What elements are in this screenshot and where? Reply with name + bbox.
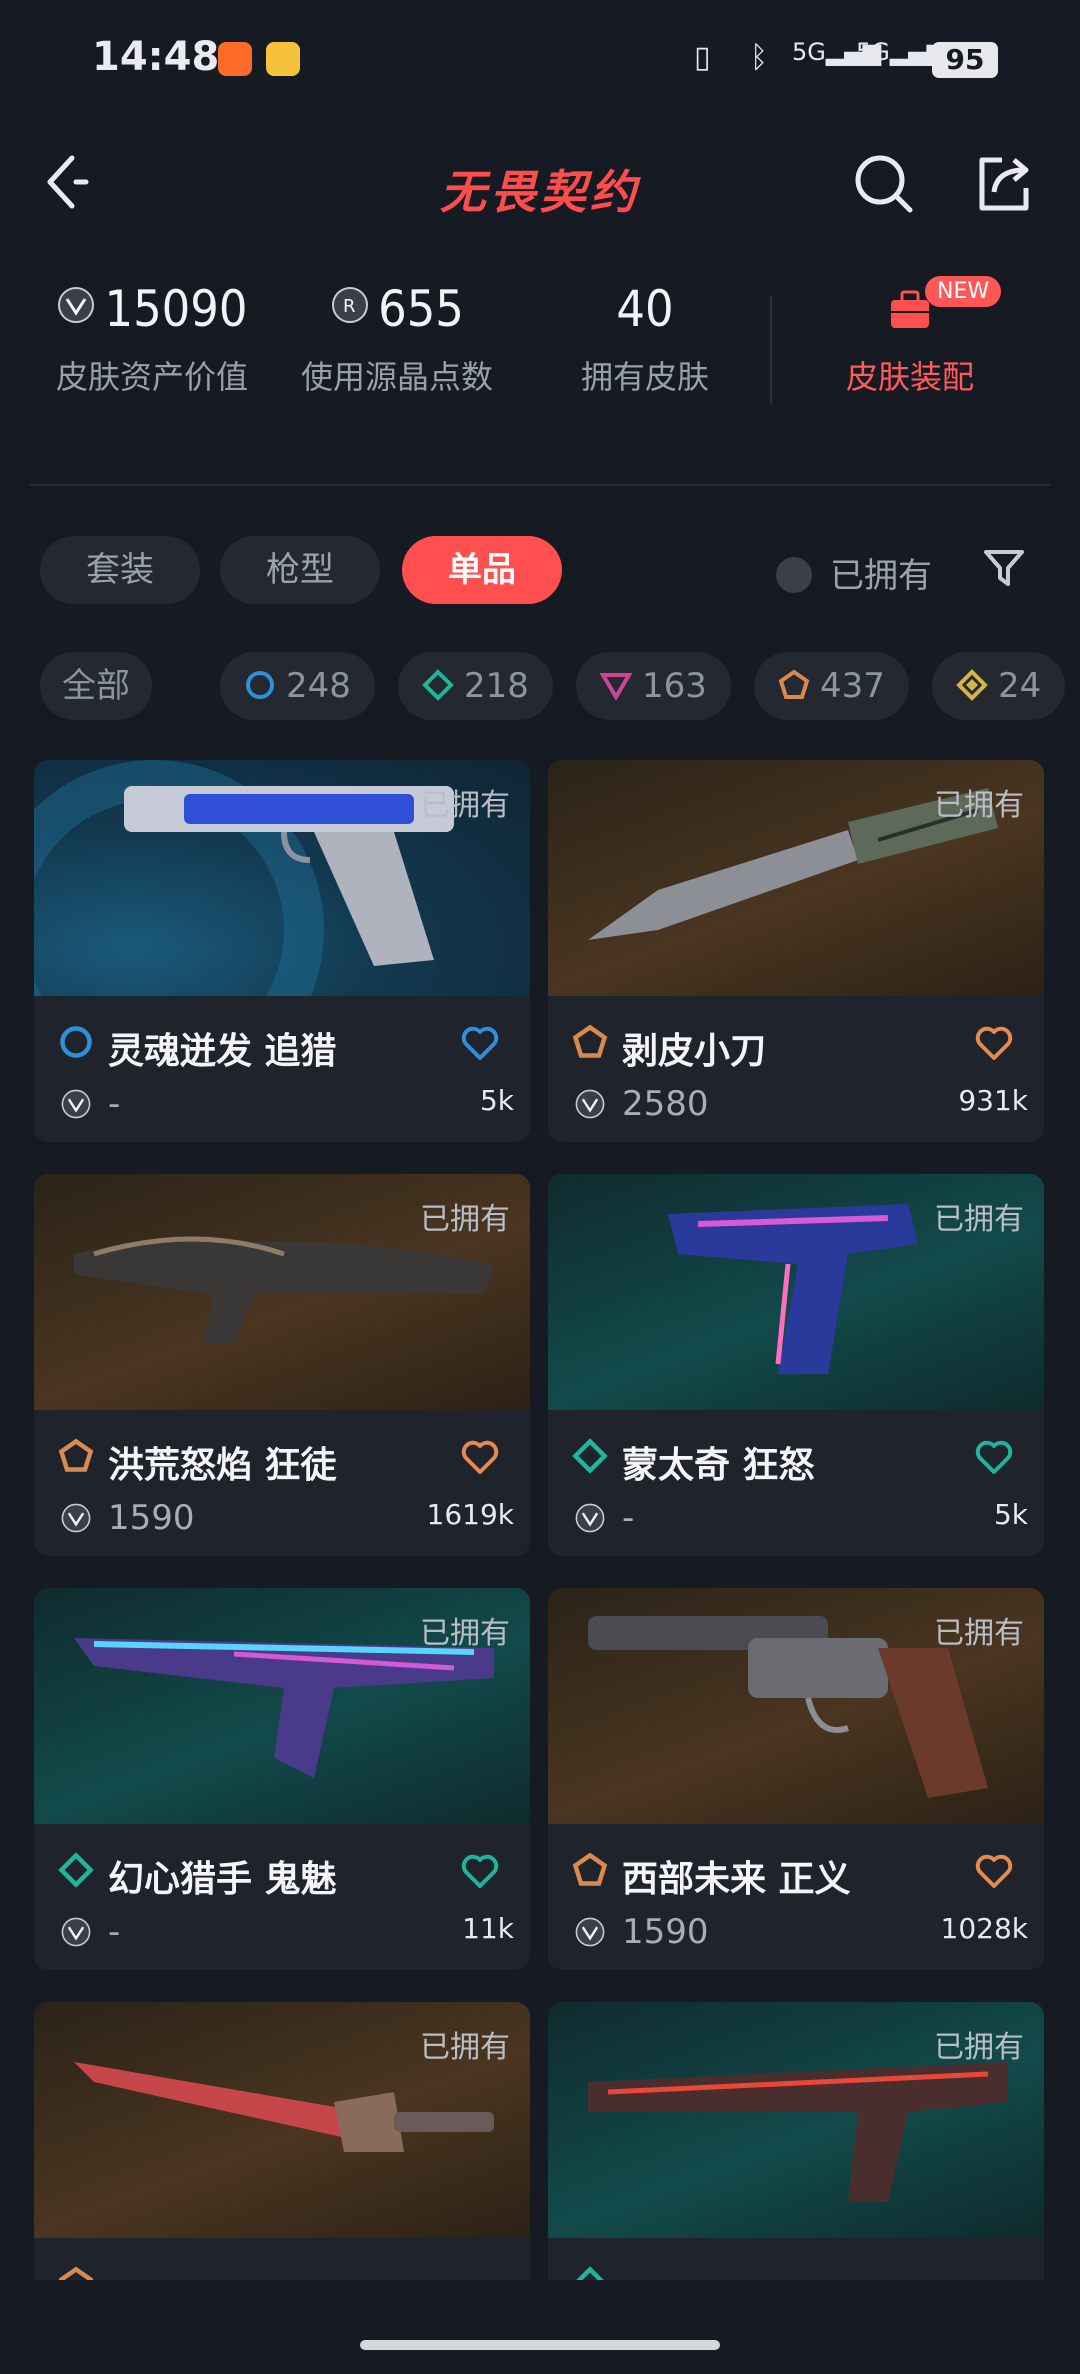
search-icon [855, 155, 913, 213]
premium-tier-icon [576, 2266, 604, 2280]
heart-icon[interactable] [974, 1438, 1014, 1476]
stat-owned-skins: 40 拥有皮肤 [580, 280, 709, 396]
owned-tag: 已拥有 [420, 1616, 510, 1651]
like-count: 931k [958, 1084, 1028, 1117]
skin-card[interactable]: 已拥有 蒙太奇 狂怒 - 5k [548, 1174, 1044, 1556]
like-count: 5k [479, 1084, 514, 1117]
search-button[interactable] [852, 152, 916, 220]
game-app-icon [218, 42, 252, 76]
select-tier-icon [778, 669, 810, 699]
skin-price: 1590 [108, 1498, 195, 1538]
owned-tag: 已拥有 [934, 788, 1024, 823]
skin-card[interactable]: 已拥有 幻心猎手 鬼魅 - 11k [34, 1588, 530, 1970]
like-count: 1028k [940, 1912, 1028, 1945]
filter-icon [984, 550, 1024, 586]
tab-bundle[interactable]: 套装 [40, 536, 200, 604]
like-count: 11k [462, 1912, 514, 1945]
premium-tier-icon [422, 668, 454, 701]
vp-icon [575, 1503, 605, 1533]
skin-name: 西部未来 正义 [622, 1859, 851, 1900]
owned-tag: 已拥有 [420, 2030, 510, 2065]
vp-icon [575, 1089, 605, 1119]
heart-icon[interactable] [460, 1438, 500, 1476]
like-count: 5k [993, 1498, 1028, 1531]
svg-text:R: R [343, 296, 356, 317]
battery-indicator: 95 [932, 42, 998, 78]
heart-icon[interactable] [460, 1024, 500, 1062]
stat-skin-value: 15090 皮肤资产价值 [55, 280, 248, 396]
vp-icon [61, 1917, 91, 1947]
owned-tag: 已拥有 [934, 2030, 1024, 2065]
skin-name: 幻心猎手 鬼魅 [108, 1859, 337, 1900]
divider [30, 484, 1050, 486]
select-tier-icon [58, 2266, 94, 2280]
filter-button[interactable] [982, 546, 1026, 594]
tab-single-item[interactable]: 单品 [402, 536, 562, 604]
chip-select[interactable]: 437 [754, 652, 909, 720]
new-badge: NEW [925, 276, 1002, 307]
heart-icon[interactable] [974, 1024, 1014, 1062]
skin-name: 洪荒怒焰 狂徒 [108, 1445, 337, 1486]
status-time: 14:48 [92, 34, 220, 80]
like-count: 1619k [426, 1498, 514, 1531]
ultra-tier-icon [60, 1026, 92, 1058]
exclusive-tier-icon [599, 672, 633, 701]
skin-card[interactable]: 已拥有 [34, 2002, 530, 2280]
share-icon [979, 157, 1029, 211]
app-logo: 无畏契约 [440, 165, 640, 219]
vp-icon [575, 1917, 605, 1947]
stat-radianite: R 655 使用源晶点数 [300, 280, 493, 396]
vp-icon [58, 286, 95, 323]
deluxe-tier-icon [956, 668, 988, 701]
chip-premium[interactable]: 218 [398, 652, 553, 720]
tab-weapon-type[interactable]: 枪型 [220, 536, 380, 604]
skin-name: 蒙太奇 狂怒 [622, 1445, 815, 1486]
select-tier-icon [572, 1852, 608, 1886]
chip-deluxe[interactable]: 24 [932, 652, 1066, 720]
tier-filter-chips: 全部 248 218 163 437 24 [40, 652, 1080, 722]
skin-price: 2580 [622, 1084, 709, 1124]
bluetooth-icon: ᛒ [750, 40, 768, 75]
vibrate-icon: ▯ [694, 40, 711, 75]
owned-tag: 已拥有 [934, 1616, 1024, 1651]
skin-name: 剥皮小刀 [622, 1031, 767, 1072]
stats-separator [770, 296, 772, 404]
owned-checkbox[interactable] [776, 556, 812, 593]
chip-ultra[interactable]: 248 [220, 652, 375, 720]
premium-tier-icon [58, 1852, 94, 1888]
home-indicator[interactable] [360, 2340, 720, 2350]
ultra-tier-icon [246, 670, 274, 699]
owned-filter-toggle[interactable]: 已拥有 [776, 548, 932, 597]
select-tier-icon [572, 1024, 608, 1058]
owned-tag: 已拥有 [420, 788, 510, 823]
heart-icon[interactable] [460, 1852, 500, 1890]
premium-tier-icon [572, 1438, 608, 1474]
skin-name: 灵魂迸发 追猎 [108, 1031, 337, 1072]
radianite-icon: R [332, 286, 369, 323]
skin-card[interactable]: 已拥有 剥皮小刀 2580 931k [548, 760, 1044, 1142]
skin-price: - [108, 1912, 121, 1952]
chip-exclusive[interactable]: 163 [576, 652, 731, 720]
skin-price: - [622, 1498, 635, 1538]
select-tier-icon [58, 1438, 94, 1472]
owned-tag: 已拥有 [420, 1202, 510, 1237]
skin-card[interactable]: 已拥有 灵魂迸发 追猎 - 5k [34, 760, 530, 1142]
skin-price: - [108, 1084, 121, 1124]
owned-tag: 已拥有 [934, 1202, 1024, 1237]
skin-price: 1590 [622, 1912, 709, 1952]
weibo-icon [266, 42, 300, 76]
heart-icon[interactable] [974, 1852, 1014, 1890]
back-button[interactable] [40, 152, 90, 216]
vp-icon [61, 1503, 91, 1533]
skin-grid: 已拥有 灵魂迸发 追猎 - 5k 已拥有 剥皮小刀 2580 931k 已拥有 … [0, 760, 1080, 2280]
skin-card[interactable]: 已拥有 洪荒怒焰 狂徒 1590 1619k [34, 1174, 530, 1556]
skin-card[interactable]: 已拥有 西部未来 正义 1590 1028k [548, 1588, 1044, 1970]
status-bar: 14:48 ▯ ᛒ 5G▂▄▆ 5G▂▄▆ 95 [0, 0, 1080, 120]
share-button[interactable] [972, 152, 1036, 220]
chip-all[interactable]: 全部 [40, 652, 152, 720]
vp-icon [61, 1089, 91, 1119]
skin-card[interactable]: 已拥有 [548, 2002, 1044, 2280]
